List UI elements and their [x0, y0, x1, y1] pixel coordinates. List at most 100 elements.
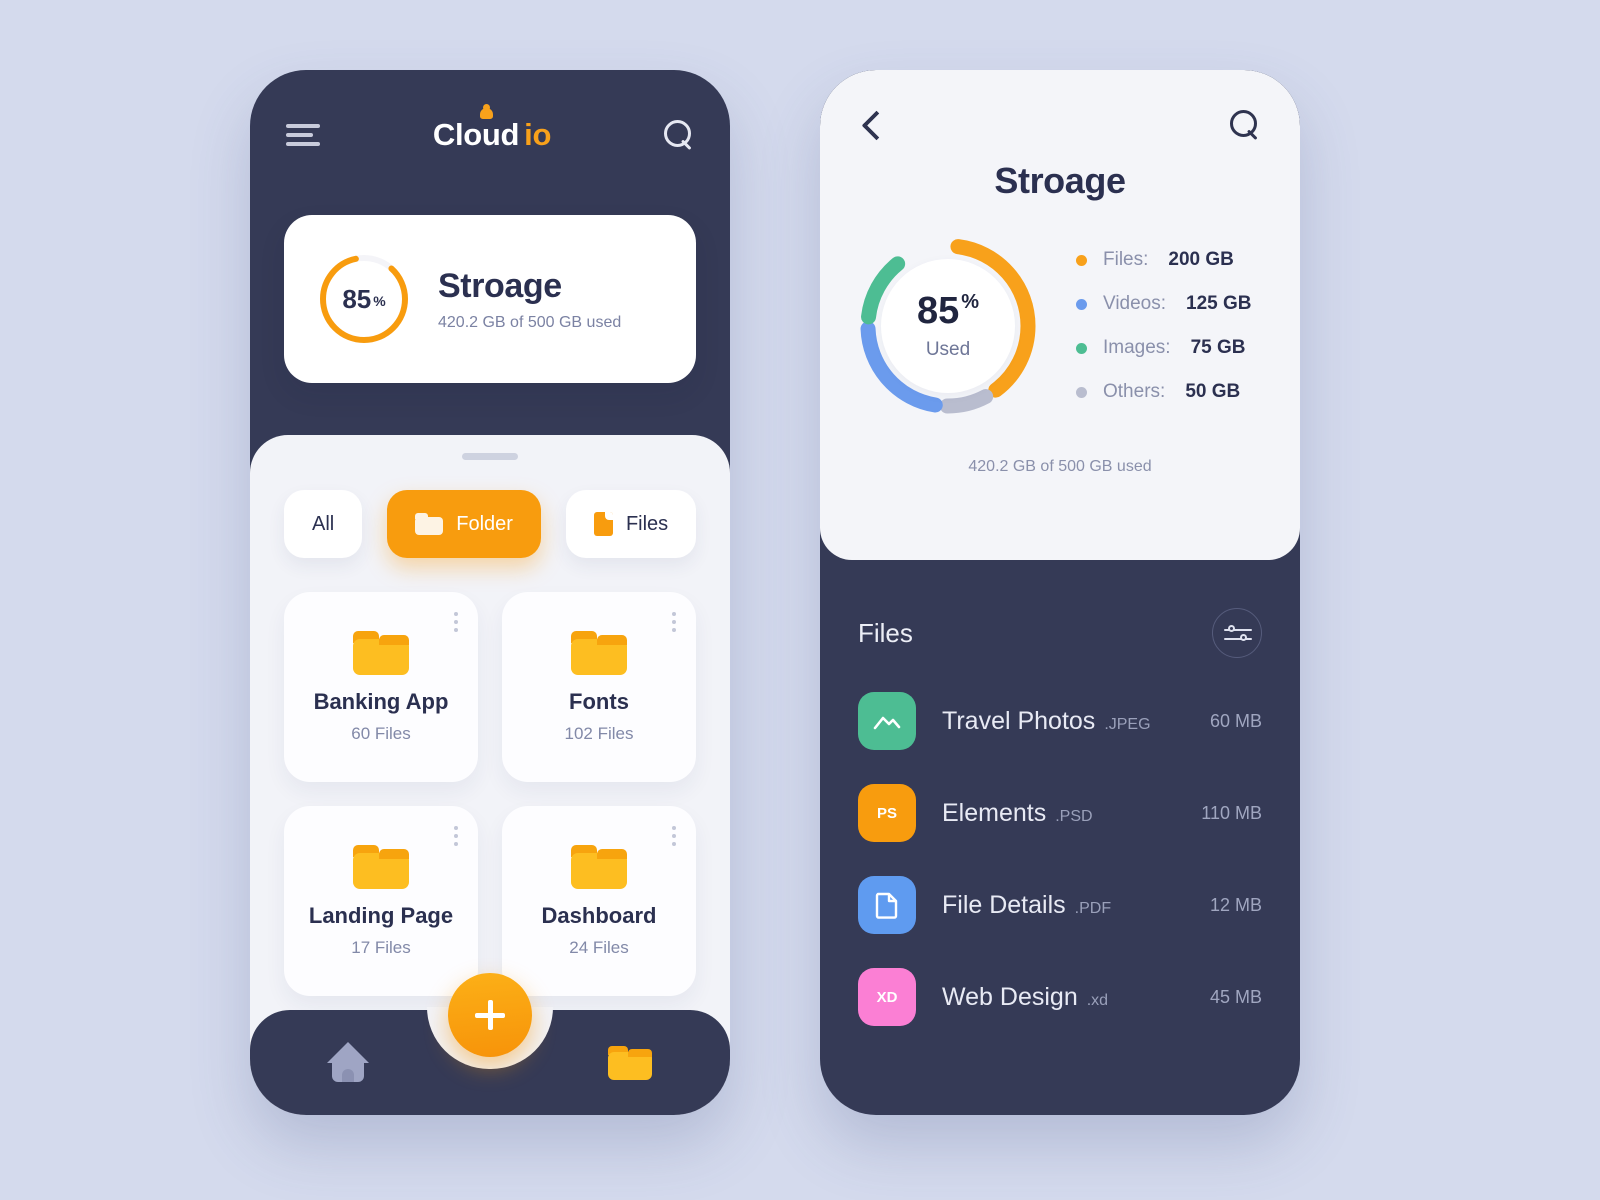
legend-item-others: Others: 50 GB: [1076, 381, 1252, 403]
storage-card-subtitle: 420.2 GB of 500 GB used: [438, 313, 622, 331]
right-header: [820, 70, 1300, 142]
legend-label-videos: Videos:: [1103, 293, 1167, 314]
legend-dot-videos: [1076, 298, 1087, 310]
tab-files-label: Files: [625, 512, 669, 535]
back-chevron-icon[interactable]: [860, 108, 882, 142]
nav-folder-icon[interactable]: [608, 1046, 652, 1080]
folder-icon: [571, 630, 627, 675]
file-size: 110 MB: [1201, 802, 1262, 823]
content-sheet: All Folder Files Banking App 60 Files Fo…: [250, 435, 730, 1115]
sheet-grabber[interactable]: [462, 453, 518, 460]
tab-folder-label: Folder: [456, 512, 513, 535]
file-meta: Web Design .xd: [942, 983, 1210, 1012]
ps-badge-label: PS: [876, 804, 897, 822]
file-icon: [593, 512, 613, 536]
file-meta: File Details .PDF: [942, 891, 1210, 920]
tab-all[interactable]: All: [284, 490, 363, 558]
folder-icon: [415, 513, 444, 535]
more-options-icon[interactable]: [672, 826, 676, 846]
storage-percent: 85%: [316, 251, 412, 347]
hamburger-icon[interactable]: [286, 124, 320, 146]
xd-badge-label: XD: [876, 988, 898, 1006]
folder-card[interactable]: Landing Page 17 Files: [284, 806, 478, 996]
search-icon[interactable]: [663, 120, 694, 150]
image-icon: [858, 692, 916, 750]
page-title: Stroage: [994, 160, 1126, 201]
legend-item-videos: Videos: 125 GB: [1076, 293, 1252, 315]
legend-item-images: Images: 75 GB: [1076, 337, 1252, 359]
folder-count: 24 Files: [569, 937, 629, 957]
file-name: Elements: [942, 798, 1047, 827]
folder-name: Landing Page: [308, 902, 454, 928]
folder-icon: [353, 630, 409, 675]
tab-folder[interactable]: Folder: [387, 490, 541, 558]
folder-card[interactable]: Banking App 60 Files: [284, 592, 478, 782]
folder-grid: Banking App 60 Files Fonts 102 Files Lan…: [250, 558, 730, 996]
more-options-icon[interactable]: [454, 826, 458, 846]
folder-count: 17 Files: [351, 937, 411, 957]
folder-count: 60 Files: [351, 723, 411, 743]
donut-center: 85% Used: [881, 259, 1015, 393]
file-extension: .PSD: [1055, 807, 1093, 825]
files-section-header: Files: [858, 580, 1262, 658]
legend-dot-others: [1076, 386, 1087, 398]
cloud-drop-icon: [479, 104, 493, 119]
storage-detail-card: Stroage 85% Used Files: 200 GB Videos: 1…: [820, 70, 1300, 560]
more-options-icon[interactable]: [454, 612, 458, 632]
storage-card-text: Stroage 420.2 GB of 500 GB used: [438, 267, 621, 332]
file-size: 12 MB: [1209, 894, 1262, 915]
donut-percent-symbol: %: [961, 290, 980, 313]
logo-accent-text: io: [524, 117, 552, 152]
file-name: Travel Photos: [942, 706, 1096, 735]
app-logo: Cloud io: [432, 104, 552, 153]
donut-used-label: Used: [925, 338, 971, 360]
tab-all-label: All: [312, 512, 335, 535]
file-extension: .xd: [1086, 991, 1109, 1009]
files-section-title: Files: [858, 617, 913, 648]
file-meta: Elements .PSD: [942, 799, 1201, 828]
legend-value-images: 75 GB: [1190, 337, 1246, 358]
donut-chart-row: 85% Used Files: 200 GB Videos: 125 GB Im…: [820, 202, 1300, 420]
folder-name: Dashboard: [541, 902, 657, 928]
legend-value-others: 50 GB: [1185, 381, 1241, 402]
file-row[interactable]: XD Web Design .xd 45 MB: [858, 968, 1262, 1026]
file-extension: .PDF: [1074, 899, 1112, 917]
legend-item-files: Files: 200 GB: [1076, 249, 1252, 271]
more-options-icon[interactable]: [672, 612, 676, 632]
storage-legend: Files: 200 GB Videos: 125 GB Images: 75 …: [1076, 249, 1252, 403]
storage-card-title: Stroage: [438, 266, 562, 305]
file-size: 45 MB: [1209, 986, 1262, 1007]
storage-footer-text: 420.2 GB of 500 GB used: [968, 458, 1152, 475]
folder-card[interactable]: Fonts 102 Files: [502, 592, 696, 782]
legend-dot-files: [1076, 254, 1087, 266]
percent-symbol: %: [373, 293, 386, 309]
percent-value: 85: [342, 283, 372, 314]
home-icon[interactable]: [327, 1042, 369, 1082]
file-name: Web Design: [942, 982, 1078, 1011]
filter-tabs: All Folder Files: [250, 460, 730, 558]
filter-sliders-icon[interactable]: [1212, 608, 1262, 658]
folder-icon: [571, 844, 627, 889]
donut-percent: 85%: [917, 292, 979, 330]
ps-badge-icon: PS: [858, 784, 916, 842]
storage-summary-card[interactable]: 85% Stroage 420.2 GB of 500 GB used: [284, 215, 696, 383]
files-section: Files Travel Photos .JPEG 60 MB PS Eleme…: [820, 580, 1300, 1115]
tab-files[interactable]: Files: [565, 490, 697, 558]
file-row[interactable]: File Details .PDF 12 MB: [858, 876, 1262, 934]
file-size: 60 MB: [1209, 710, 1262, 731]
folder-card[interactable]: Dashboard 24 Files: [502, 806, 696, 996]
search-icon[interactable]: [1230, 110, 1260, 140]
file-meta: Travel Photos .JPEG: [942, 707, 1210, 736]
xd-badge-icon: XD: [858, 968, 916, 1026]
folder-count: 102 Files: [564, 723, 634, 743]
document-icon: [858, 876, 916, 934]
file-row[interactable]: Travel Photos .JPEG 60 MB: [858, 692, 1262, 750]
file-extension: .JPEG: [1104, 715, 1151, 733]
add-button[interactable]: [448, 973, 532, 1057]
file-row[interactable]: PS Elements .PSD 110 MB: [858, 784, 1262, 842]
screenshot-root: Cloud io 85% Stroage 420.2 GB of 500 GB u…: [0, 0, 1600, 1200]
phone-right: Stroage 85% Used Files: 200 GB Videos: 1…: [820, 70, 1300, 1115]
donut-percent-value: 85: [916, 289, 960, 332]
folder-name: Banking App: [313, 688, 449, 714]
logo-main-text: Cloud: [432, 117, 520, 152]
